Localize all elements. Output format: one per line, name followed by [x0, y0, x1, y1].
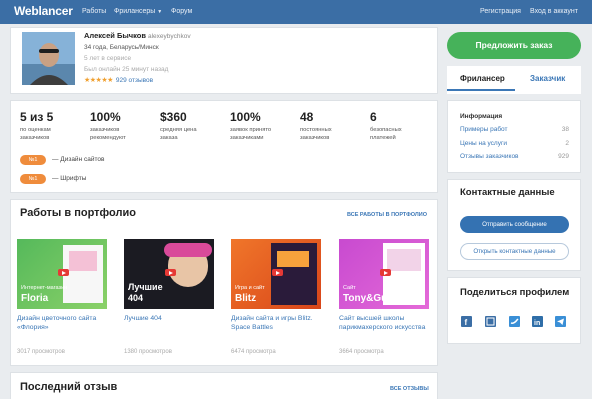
profile-login: alexeybychkov: [147, 33, 191, 40]
site-logo[interactable]: Weblancer: [14, 4, 73, 18]
reviews-link[interactable]: 929 отзывов: [116, 77, 153, 84]
telegram-icon[interactable]: [555, 316, 566, 327]
portfolio-item-title[interactable]: Дизайн сайта и игры Blitz. Space Battles: [231, 314, 327, 332]
vk-icon[interactable]: [485, 316, 496, 327]
stat-accepted-label: заявок принято заказчиками: [230, 127, 272, 141]
svg-text:in: in: [534, 320, 540, 327]
avatar: [22, 32, 75, 85]
chevron-down-icon: ▼: [157, 9, 163, 15]
active-tab-indicator: [447, 89, 515, 91]
stat-rating-label: по оценкам заказчиков: [20, 127, 51, 141]
play-icon: [380, 269, 391, 276]
portfolio-item-views: 3017 просмотров: [17, 349, 65, 355]
profile-name: Алексей Бычков alexeybychkov: [84, 31, 191, 40]
nav-freelancers[interactable]: Фрилансеры ▼: [114, 8, 162, 15]
portfolio-thumb-floria[interactable]: Интернет-магазин Floria: [17, 239, 107, 309]
portfolio-item-views: 3664 просмотра: [339, 349, 384, 355]
tab-customer[interactable]: Заказчик: [530, 74, 565, 83]
portfolio-item-title[interactable]: Сайт высшей школы парикмахерского искусс…: [339, 314, 435, 332]
linkedin-icon[interactable]: in: [532, 316, 543, 327]
profile-age-location: 34 года, Беларусь/Минск: [84, 44, 159, 51]
info-row-reviews[interactable]: Отзывы заказчиков 929: [460, 153, 569, 160]
portfolio-item-title[interactable]: Дизайн цветочного сайта «Флория»: [17, 314, 113, 332]
facebook-icon[interactable]: f: [461, 316, 472, 327]
stat-regulars-label: постоянных заказчиков: [300, 127, 332, 141]
tab-freelancer[interactable]: Фрилансер: [460, 74, 505, 83]
portfolio-item-title[interactable]: Лучшие 404: [124, 314, 220, 323]
stat-recommend-value: 100%: [90, 110, 121, 124]
open-contacts-button[interactable]: Открыть контактные данные: [460, 243, 569, 260]
info-row-works[interactable]: Примеры работ 38: [460, 126, 569, 133]
play-icon: [272, 269, 283, 276]
svg-text:f: f: [465, 318, 468, 327]
share-title: Поделиться профилем: [460, 287, 570, 298]
info-title: Информация: [460, 113, 503, 120]
ranking-badge[interactable]: №1: [20, 155, 46, 165]
portfolio-item-views: 6474 просмотра: [231, 349, 276, 355]
stat-payments-label: безопасных платежей: [370, 127, 402, 141]
twitter-icon[interactable]: [509, 316, 520, 327]
stat-rating-value: 5 из 5: [20, 110, 54, 124]
ranking-label[interactable]: — Дизайн сайтов: [52, 156, 104, 163]
portfolio-thumb-tonyguy[interactable]: Сайт Tony&Guy: [339, 239, 429, 309]
play-icon: [165, 269, 176, 276]
last-review-title: Последний отзыв: [20, 381, 118, 393]
portfolio-thumb-404[interactable]: Лучшие 404: [124, 239, 214, 309]
stat-recommend-label: заказчиков рекомендуют: [90, 127, 126, 141]
play-icon: [58, 269, 69, 276]
rating-stars-icon: ★★★★★: [84, 77, 113, 84]
portfolio-title: Работы в портфолио: [20, 207, 136, 219]
portfolio-thumb-blitz[interactable]: Игра и сайт Blitz: [231, 239, 321, 309]
send-message-button[interactable]: Отправить сообщение: [460, 216, 569, 233]
ranking-badge[interactable]: №1: [20, 174, 46, 184]
all-works-link[interactable]: ВСЕ РАБОТЫ В ПОРТФОЛИО: [347, 212, 427, 218]
stat-payments-value: 6: [370, 110, 377, 124]
top-navbar: Weblancer Работы Фрилансеры ▼ Форум Регис…: [0, 0, 592, 24]
nav-forum[interactable]: Форум: [171, 8, 192, 15]
info-card: [447, 100, 581, 173]
stat-accepted-value: 100%: [230, 110, 261, 124]
stat-price-label: средняя цена заказа: [160, 127, 197, 141]
all-reviews-link[interactable]: ВСЕ ОТЗЫВЫ: [390, 386, 429, 392]
portfolio-item-views: 1380 просмотров: [124, 349, 172, 355]
nav-works[interactable]: Работы: [82, 8, 106, 15]
stat-price-value: $360: [160, 110, 187, 124]
profile-experience: 5 лет в сервисе: [84, 55, 132, 62]
contacts-title: Контактные данные: [460, 187, 555, 198]
profile-rating: ★★★★★ 929 отзывов: [84, 76, 153, 84]
login-link[interactable]: Вход в аккаунт: [530, 8, 578, 15]
profile-last-seen: Был онлайн 25 минут назад: [84, 66, 169, 73]
stat-regulars-value: 48: [300, 110, 314, 124]
ranking-label[interactable]: — Шрифты: [52, 175, 86, 182]
offer-order-button[interactable]: Предложить заказ: [447, 32, 581, 59]
info-row-prices[interactable]: Цены на услуги 2: [460, 140, 569, 147]
register-link[interactable]: Регистрация: [480, 8, 521, 15]
